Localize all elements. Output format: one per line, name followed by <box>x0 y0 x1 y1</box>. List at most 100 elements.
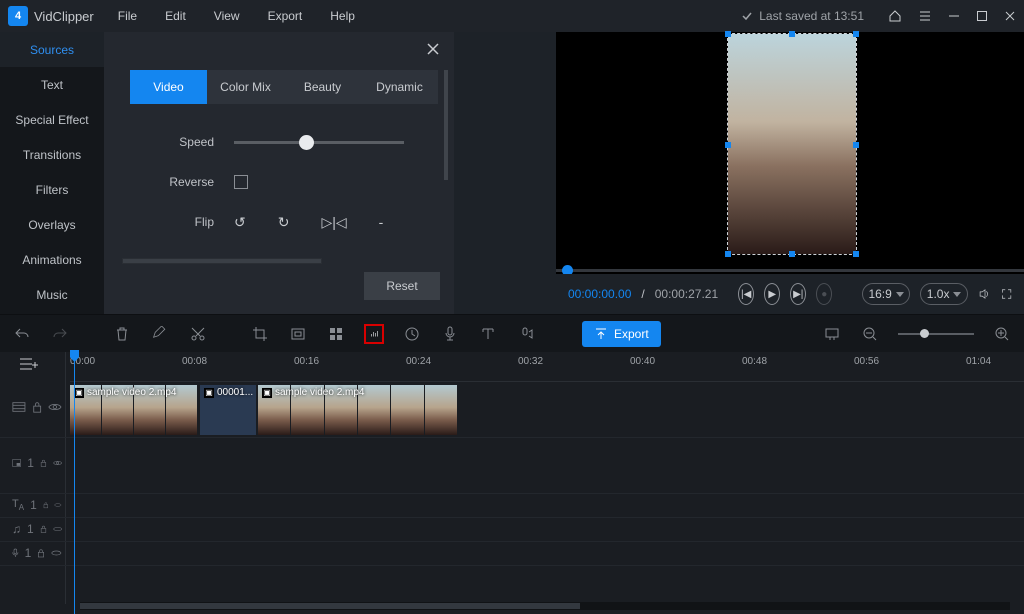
tracks-area: ▣sample video 2.mp4 ▣00001... ▣sample vi… <box>0 382 1024 566</box>
lock-icon[interactable] <box>32 400 42 414</box>
sidebar-text[interactable]: Text <box>0 67 104 102</box>
menu-icon[interactable] <box>918 9 932 23</box>
time-total: 00:00:27.21 <box>655 287 718 301</box>
chevron-down-icon <box>896 292 904 297</box>
next-frame-button[interactable]: ▶| <box>790 283 806 305</box>
speed-slider[interactable] <box>234 141 404 144</box>
delete-icon[interactable] <box>112 324 132 344</box>
play-button[interactable]: ▶ <box>764 283 780 305</box>
eye-icon[interactable] <box>54 499 62 511</box>
tab-video[interactable]: Video <box>130 70 207 104</box>
sidebar-transitions[interactable]: Transitions <box>0 137 104 172</box>
menu-file[interactable]: File <box>118 9 137 23</box>
aspect-ratio-selector[interactable]: 16:9 <box>862 283 910 305</box>
menu-export[interactable]: Export <box>268 9 303 23</box>
text-track[interactable]: TA 1 <box>0 494 1024 518</box>
record-button[interactable]: ● <box>816 283 832 305</box>
lock-icon[interactable] <box>37 546 45 560</box>
app-logo: 4 <box>8 6 28 26</box>
eye-icon[interactable] <box>53 523 62 535</box>
panel-close-icon[interactable] <box>426 42 440 56</box>
preview-toolbar: 00:00:00.00 / 00:00:27.21 |◀ ▶ ▶| ● 16:9… <box>556 274 1024 314</box>
save-status-text: Last saved at 13:51 <box>759 9 864 23</box>
menu-edit[interactable]: Edit <box>165 9 186 23</box>
timeline-scrollbar[interactable] <box>80 602 1010 610</box>
home-icon[interactable] <box>888 9 902 23</box>
tab-dynamic[interactable]: Dynamic <box>361 70 438 104</box>
tab-beauty[interactable]: Beauty <box>284 70 361 104</box>
timeline-clip[interactable]: ▣sample video 2.mp4 <box>70 385 198 435</box>
panel-horizontal-scrollbar[interactable] <box>122 258 322 264</box>
track-count: 1 <box>27 522 34 536</box>
menu-help[interactable]: Help <box>330 9 355 23</box>
frame-icon[interactable] <box>288 324 308 344</box>
pip-track[interactable]: 1 <box>0 438 1024 494</box>
workspace: Sources Text Special Effect Transitions … <box>0 32 1024 314</box>
cut-icon[interactable] <box>188 324 208 344</box>
eye-icon[interactable] <box>51 547 62 559</box>
track-count: 1 <box>27 456 34 470</box>
pip-track-head: 1 <box>0 456 66 470</box>
maximize-icon[interactable] <box>976 10 988 22</box>
eye-icon[interactable] <box>48 401 62 413</box>
sidebar-music[interactable]: Music <box>0 277 104 312</box>
zoom-slider-knob[interactable] <box>920 329 929 338</box>
playhead[interactable] <box>74 352 75 614</box>
export-button[interactable]: Export <box>582 321 661 347</box>
sidebar: Sources Text Special Effect Transitions … <box>0 32 104 314</box>
time-ruler[interactable]: 00:00 00:08 00:16 00:24 00:32 00:40 00:4… <box>70 352 1024 382</box>
lock-icon[interactable] <box>43 498 49 512</box>
menu-view[interactable]: View <box>214 9 240 23</box>
music-track[interactable]: ♫ 1 <box>0 518 1024 542</box>
minimize-icon[interactable] <box>948 10 960 22</box>
sidebar-filters[interactable]: Filters <box>0 172 104 207</box>
zoom-in-icon[interactable] <box>992 324 1012 344</box>
text-track-head: TA 1 <box>0 498 66 512</box>
mosaic-icon[interactable] <box>326 324 346 344</box>
rotate-cw-icon[interactable]: ↻ <box>278 214 290 231</box>
timeline-clip[interactable]: ▣sample video 2.mp4 <box>258 385 458 435</box>
text-tool-icon[interactable] <box>478 324 498 344</box>
zoom-slider[interactable] <box>898 333 974 335</box>
sidebar-animations[interactable]: Animations <box>0 242 104 277</box>
video-track[interactable]: ▣sample video 2.mp4 ▣00001... ▣sample vi… <box>0 382 1024 438</box>
undo-icon[interactable] <box>12 324 32 344</box>
clip-type-icon: ▣ <box>262 388 272 398</box>
audio-levels-icon[interactable] <box>364 324 384 344</box>
preview-canvas[interactable] <box>728 34 856 254</box>
sidebar-sources[interactable]: Sources <box>0 32 104 67</box>
lock-icon[interactable] <box>40 456 47 470</box>
timeline-clip[interactable]: ▣00001... <box>200 385 256 435</box>
track-count: 1 <box>30 498 37 512</box>
mirror-vertical-icon[interactable]: - <box>379 214 384 231</box>
crop-icon[interactable] <box>250 324 270 344</box>
preview-progress[interactable] <box>556 269 1024 272</box>
playback-speed-selector[interactable]: 1.0x <box>920 283 968 305</box>
rotate-ccw-icon[interactable]: ↺ <box>234 214 246 231</box>
redo-icon[interactable] <box>50 324 70 344</box>
reset-button[interactable]: Reset <box>364 272 440 300</box>
zoom-out-icon[interactable] <box>860 324 880 344</box>
eye-icon[interactable] <box>53 457 62 469</box>
voice-track[interactable]: 1 <box>0 542 1024 566</box>
tab-color-mix[interactable]: Color Mix <box>207 70 284 104</box>
volume-icon[interactable] <box>978 285 991 303</box>
sidebar-special-effect[interactable]: Special Effect <box>0 102 104 137</box>
edit-icon[interactable] <box>150 324 170 344</box>
voice-change-icon[interactable] <box>516 324 536 344</box>
panel-scrollbar[interactable] <box>444 70 448 180</box>
mic-track-icon <box>12 546 19 560</box>
lock-icon[interactable] <box>40 522 47 536</box>
duration-icon[interactable] <box>402 324 422 344</box>
add-track-icon[interactable] <box>18 356 38 372</box>
speed-slider-knob[interactable] <box>299 135 314 150</box>
prev-frame-button[interactable]: |◀ <box>738 283 754 305</box>
marker-icon[interactable] <box>822 324 842 344</box>
close-icon[interactable] <box>1004 10 1016 22</box>
mirror-horizontal-icon[interactable]: ▷|◁ <box>321 214 346 231</box>
timeline-scrollbar-thumb[interactable] <box>80 603 580 609</box>
fullscreen-icon[interactable] <box>1001 286 1012 302</box>
sidebar-overlays[interactable]: Overlays <box>0 207 104 242</box>
voice-icon[interactable] <box>440 324 460 344</box>
reverse-checkbox[interactable] <box>234 175 248 189</box>
